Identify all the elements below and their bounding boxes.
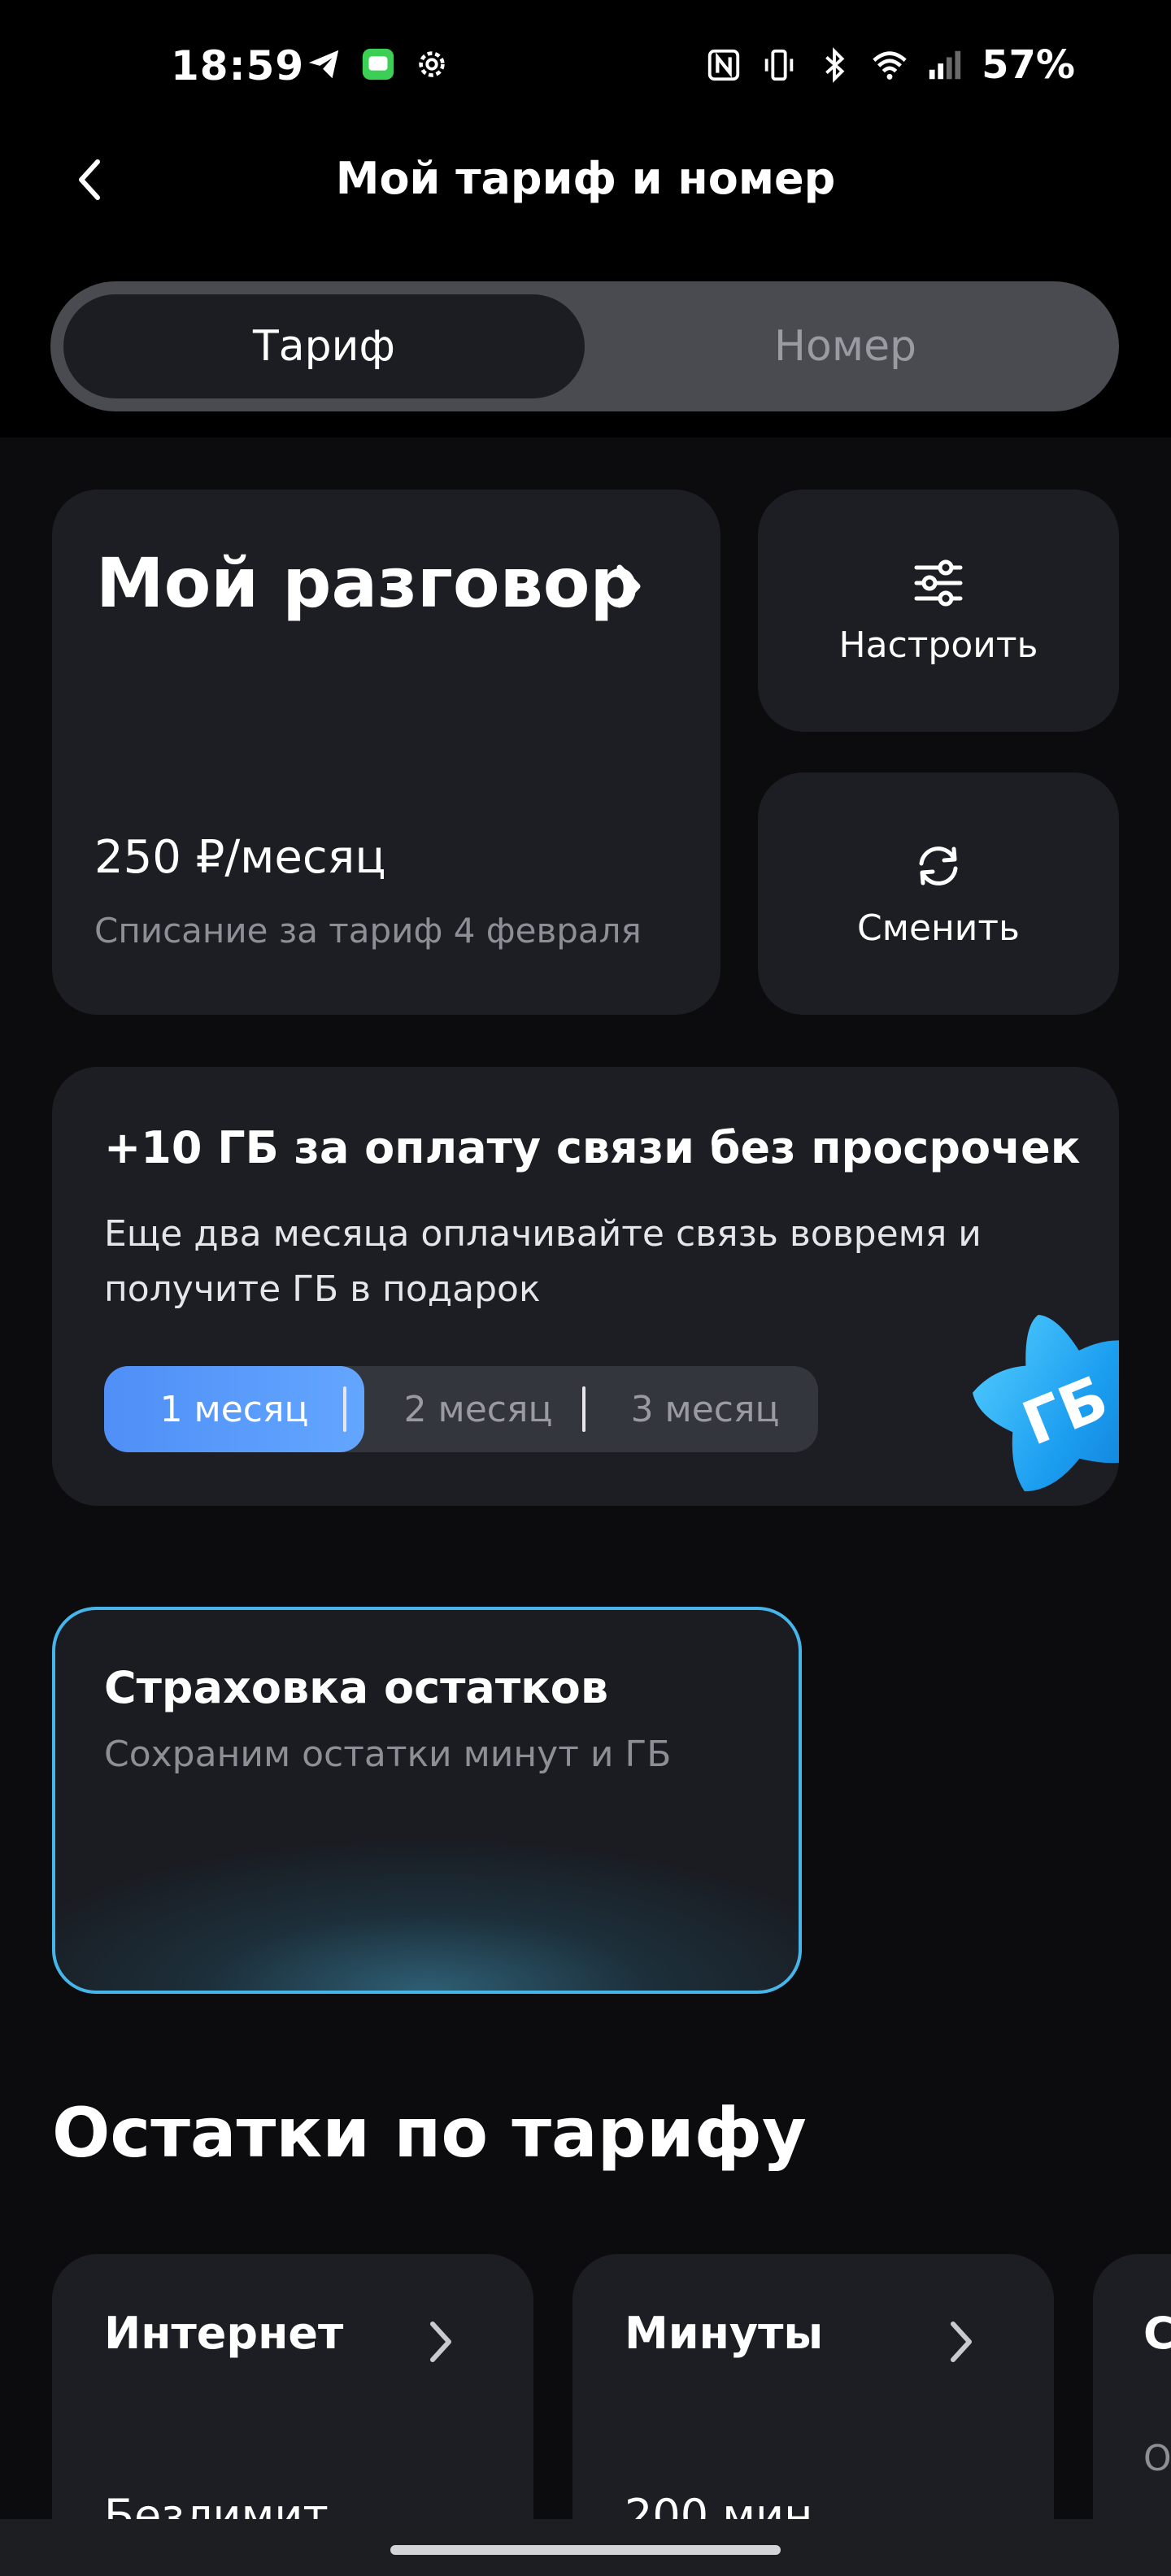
wifi-icon bbox=[873, 51, 907, 80]
month-2: 2 месяц bbox=[403, 1388, 553, 1430]
refresh-icon bbox=[919, 846, 958, 886]
battery-level: 57% bbox=[982, 42, 1075, 88]
remains-card-title: С bbox=[1143, 2308, 1171, 2359]
vibrate-icon bbox=[764, 49, 794, 81]
configure-button[interactable]: Настроить bbox=[758, 490, 1119, 732]
sliders-icon bbox=[914, 559, 963, 606]
change-tariff-button[interactable]: Сменить bbox=[758, 772, 1119, 1015]
page-title: Мой тариф и номер bbox=[335, 153, 836, 204]
tab-number[interactable]: Номер bbox=[585, 294, 1106, 398]
month-divider bbox=[582, 1386, 586, 1432]
insurance-subtitle: Сохраним остатки минут и ГБ bbox=[104, 1734, 672, 1775]
status-left-icons bbox=[306, 46, 451, 83]
header: Мой тариф и номер bbox=[0, 130, 1171, 228]
remains-card-title: Интернет bbox=[104, 2308, 344, 2359]
remains-card-value: О bbox=[1143, 2438, 1171, 2479]
nfc-icon bbox=[707, 49, 740, 81]
status-right-icons: 57% bbox=[705, 42, 1075, 88]
chevron-right-icon bbox=[430, 2321, 451, 2362]
messages-icon bbox=[362, 48, 394, 80]
tab-tariff[interactable]: Тариф bbox=[63, 294, 585, 398]
remains-section-title: Остатки по тарифу bbox=[52, 2093, 807, 2173]
promo-card[interactable]: +10 ГБ за оплату связи без просрочек Еще… bbox=[52, 1067, 1119, 1506]
screen: 18:59 57% Мой тариф и номер Тариф Номер … bbox=[0, 0, 1171, 2576]
month-divider bbox=[343, 1386, 346, 1432]
insurance-title: Страховка остатков bbox=[104, 1662, 609, 1713]
remains-card-title: Минуты bbox=[625, 2308, 824, 2359]
status-time: 18:59 bbox=[171, 42, 305, 89]
status-bar: 18:59 57% bbox=[0, 0, 1171, 130]
change-label: Сменить bbox=[857, 907, 1020, 949]
chevron-right-icon bbox=[951, 2321, 972, 2362]
tariff-billing-note: Списание за тариф 4 февраля bbox=[94, 911, 642, 951]
bluetooth-icon bbox=[825, 47, 845, 83]
chevron-right-icon bbox=[616, 564, 641, 608]
tariff-card[interactable]: Мой разговор 250 ₽/месяц Списание за тар… bbox=[52, 490, 720, 1015]
tariff-number-switch: Тариф Номер bbox=[50, 281, 1119, 411]
signal-icon bbox=[929, 50, 961, 80]
promo-title: +10 ГБ за оплату связи без просрочек bbox=[104, 1122, 1081, 1173]
configure-label: Настроить bbox=[838, 624, 1038, 666]
tariff-price: 250 ₽/месяц bbox=[94, 831, 386, 884]
telegram-icon bbox=[308, 50, 339, 79]
month-1: 1 месяц bbox=[104, 1366, 364, 1452]
gesture-handle[interactable] bbox=[390, 2545, 781, 2555]
month-3: 3 месяц bbox=[630, 1388, 780, 1430]
gb-star-icon: ГБ bbox=[973, 1314, 1119, 1492]
tariff-name: Мой разговор bbox=[96, 543, 639, 623]
system-nav-bar bbox=[0, 2519, 1171, 2576]
insurance-card[interactable]: Страховка остатков Сохраним остатки мину… bbox=[52, 1607, 802, 1994]
month-progress: 1 месяц 2 месяц 3 месяц bbox=[104, 1366, 818, 1452]
settings-icon bbox=[419, 51, 445, 77]
